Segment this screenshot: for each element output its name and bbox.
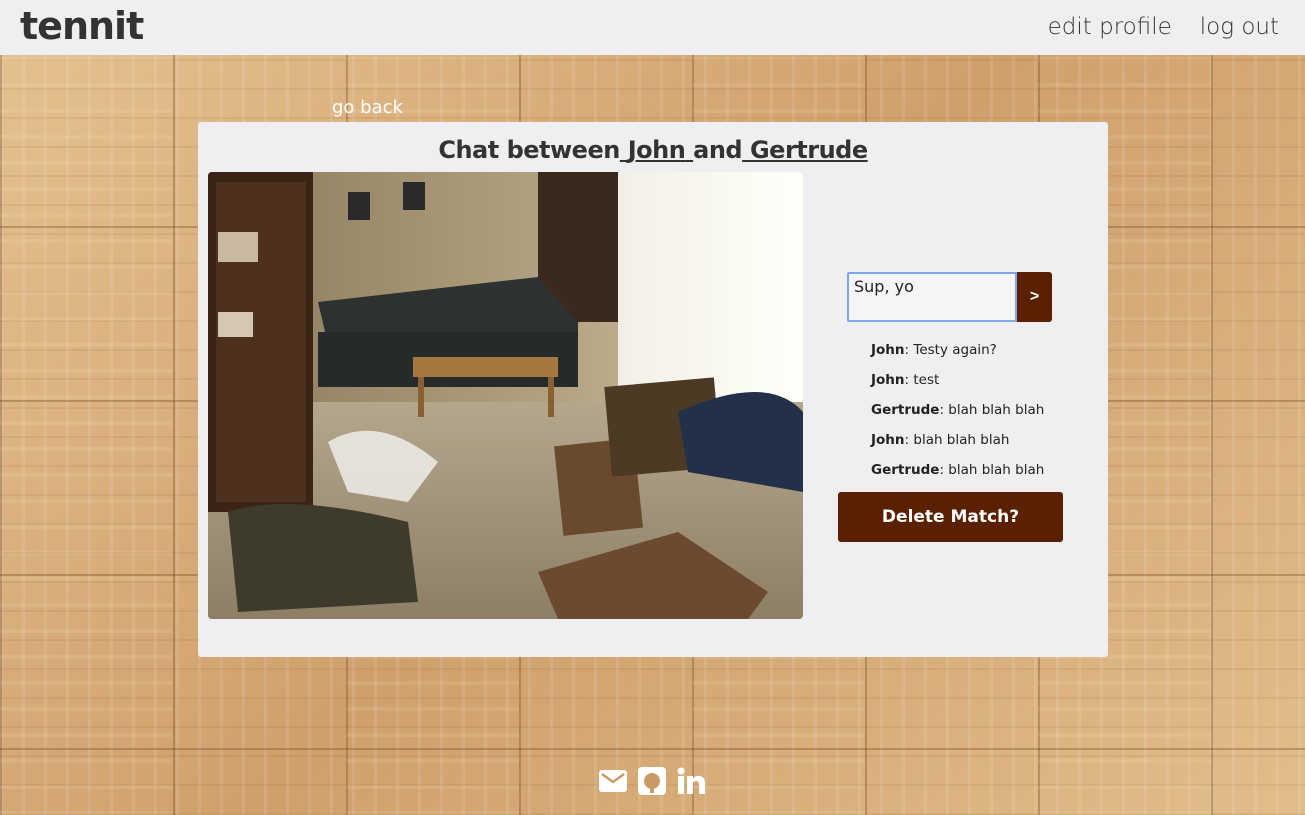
nav-links: edit profile log out <box>1048 14 1279 40</box>
message-author: John <box>871 342 905 358</box>
user-a-link[interactable]: John <box>620 136 693 164</box>
message-text: : Testy again? <box>904 342 997 358</box>
brand-logo[interactable]: tennit <box>20 4 144 48</box>
message-input[interactable]: Sup, yo <box>847 272 1017 322</box>
log-out-link[interactable]: log out <box>1200 14 1279 40</box>
message-list: John: Testy again? John: test Gertrude: … <box>871 340 1044 490</box>
send-button[interactable]: > <box>1017 272 1052 322</box>
user-b-link[interactable]: Gertrude <box>742 136 868 164</box>
go-back-link[interactable]: go back <box>332 97 403 118</box>
message-item: John: Testy again? <box>871 340 1044 370</box>
navbar: tennit edit profile log out <box>0 0 1305 55</box>
message-text: : test <box>904 372 940 388</box>
delete-match-button[interactable]: Delete Match? <box>838 492 1063 542</box>
message-author: John <box>871 372 905 388</box>
chat-card: Chat between John and Gertrude Sup, yo >… <box>198 122 1108 657</box>
message-text: : blah blah blah <box>904 432 1010 448</box>
message-item: Gertrude: blah blah blah <box>871 400 1044 430</box>
message-form: Sup, yo > <box>847 272 1052 322</box>
message-author: John <box>871 432 905 448</box>
message-text: : blah blah blah <box>939 462 1045 478</box>
message-author: Gertrude <box>871 402 940 418</box>
message-item: John: blah blah blah <box>871 430 1044 460</box>
edit-profile-link[interactable]: edit profile <box>1048 14 1172 40</box>
chat-title-conjunction: and <box>693 136 743 164</box>
message-text: : blah blah blah <box>939 402 1045 418</box>
message-item: Gertrude: blah blah blah <box>871 460 1044 490</box>
envelope-icon[interactable] <box>598 766 628 796</box>
message-author: Gertrude <box>871 462 940 478</box>
linkedin-icon[interactable] <box>676 766 706 796</box>
footer-icons <box>598 766 706 796</box>
chat-title: Chat between John and Gertrude <box>198 136 1108 164</box>
github-icon[interactable] <box>637 766 667 796</box>
match-photo <box>208 172 803 619</box>
chat-title-prefix: Chat between <box>438 136 620 164</box>
message-item: John: test <box>871 370 1044 400</box>
